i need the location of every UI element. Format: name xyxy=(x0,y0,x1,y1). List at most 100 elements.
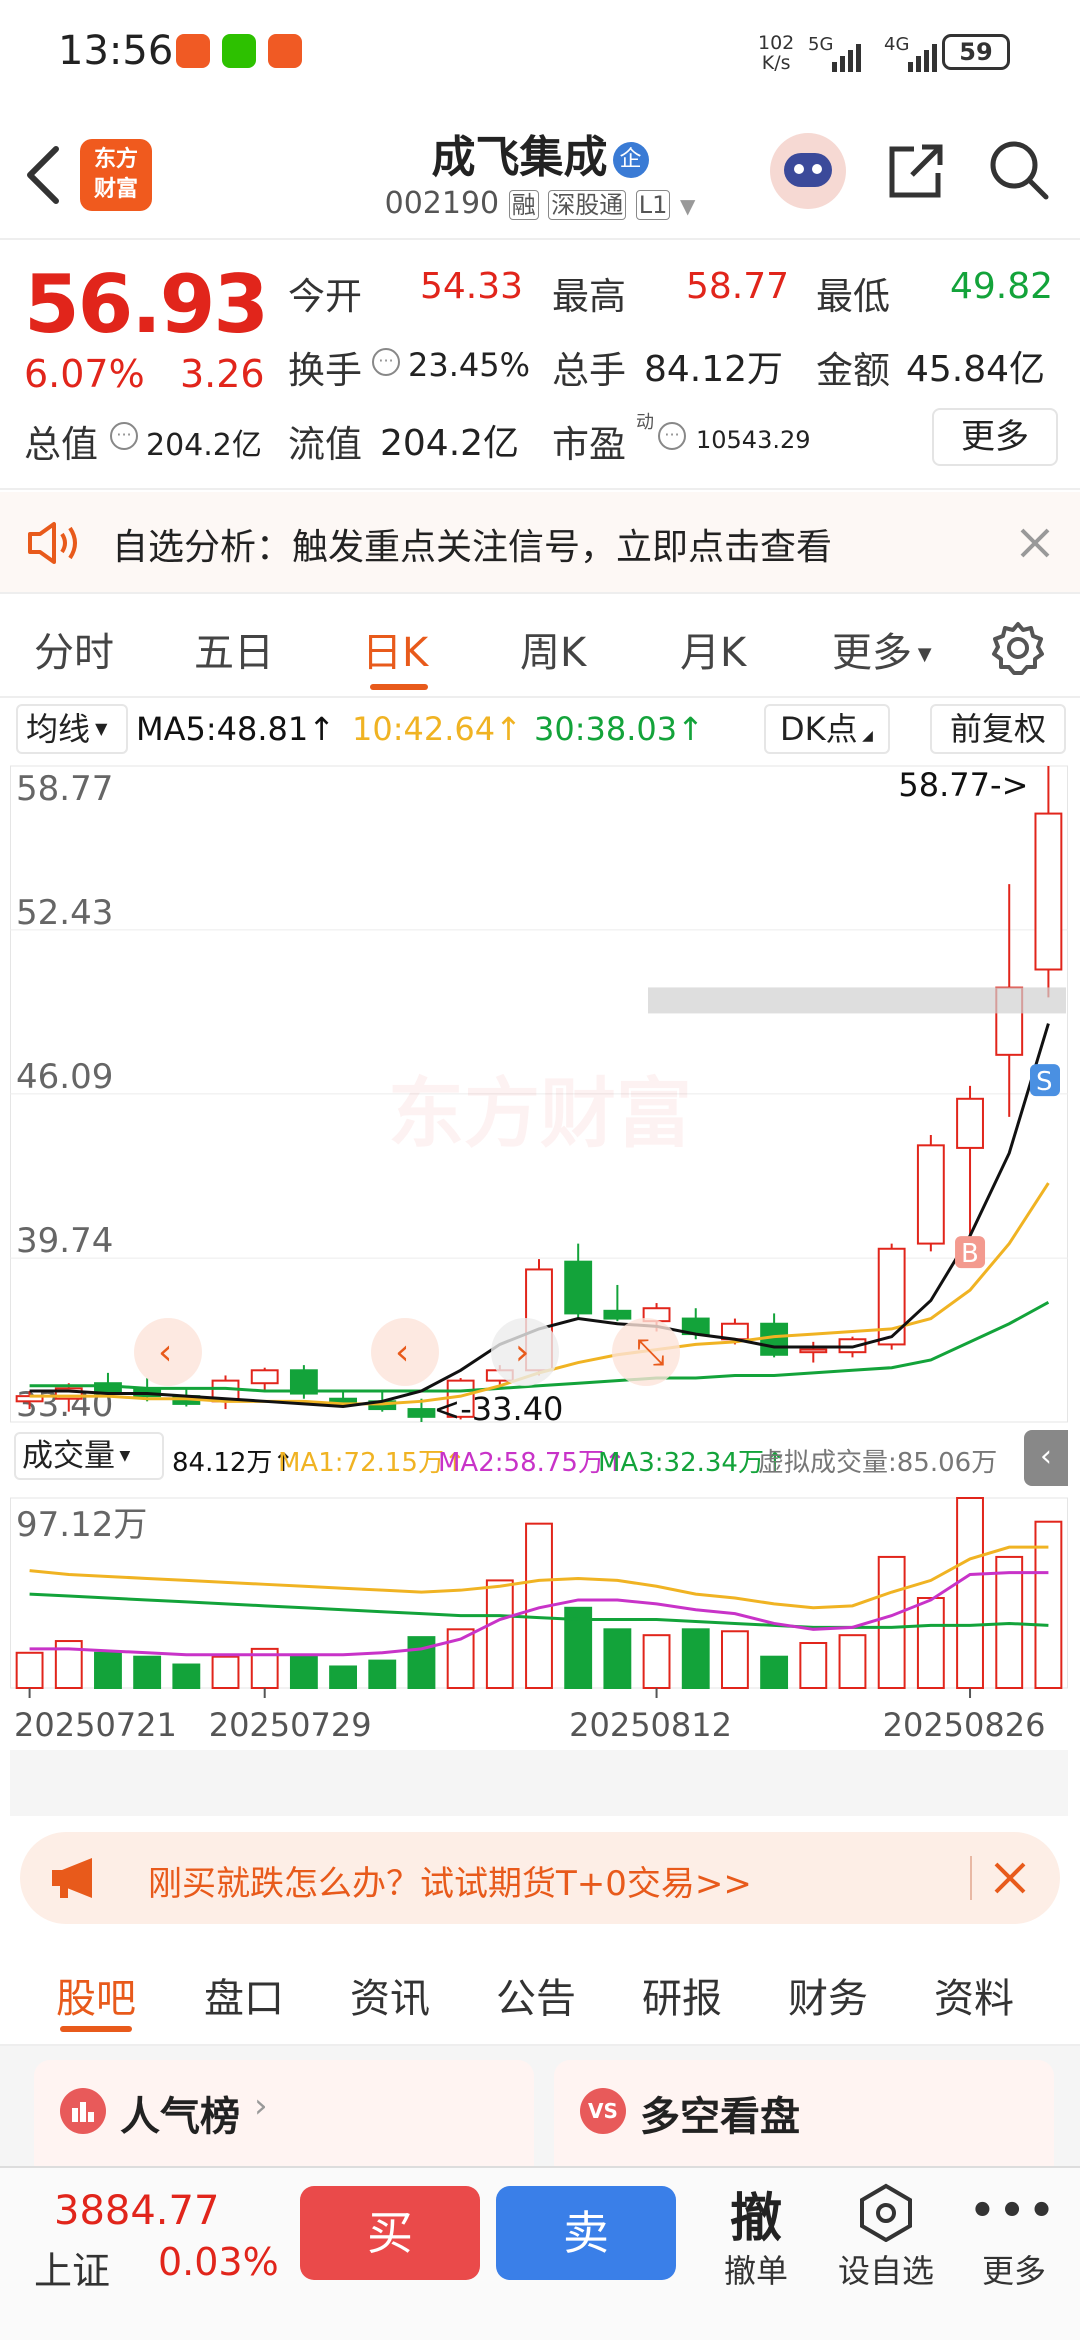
tab-daily-k[interactable]: 日K xyxy=(362,620,428,678)
volume-bar xyxy=(838,1634,867,1689)
ma-select[interactable]: 均线 ▼ xyxy=(16,704,128,754)
x-tick-label: 20250812 xyxy=(569,1706,732,1744)
search-icon[interactable] xyxy=(986,137,1052,203)
low-value: 49.82 xyxy=(950,266,1054,307)
alert-banner[interactable]: 自选分析：触发重点关注信号，立即点击查看 xyxy=(0,492,1080,594)
popularity-card[interactable]: 人气榜 › xyxy=(34,2060,534,2180)
tab-finance[interactable]: 财务 xyxy=(788,1966,868,2024)
volume-bar xyxy=(368,1659,397,1690)
tag-margin: 融 xyxy=(508,190,539,220)
volume-chart[interactable]: 97.12万 20250721 20250729 20250812 20250826 xyxy=(10,1488,1068,1816)
y-tick-label: 58.77 xyxy=(16,769,113,809)
float-value: 204.2亿 xyxy=(380,423,520,464)
ma5-value: MA5:48.81↑ xyxy=(136,710,336,748)
promo-banner[interactable]: 刚买就跌怎么办？试试期货T+0交易>> xyxy=(20,1832,1060,1924)
tab-forum[interactable]: 股吧 xyxy=(56,1966,136,2024)
volume-bar xyxy=(642,1634,671,1689)
candle-body xyxy=(956,1097,984,1149)
megaphone-icon xyxy=(52,1858,92,1898)
x-tick-label: 20250826 xyxy=(883,1706,1046,1744)
change-percent: 6.07% xyxy=(24,352,145,396)
sell-button[interactable]: 卖 xyxy=(496,2186,676,2280)
buy-button[interactable]: 买 xyxy=(300,2186,480,2280)
virtual-volume: 虚拟成交量:85.06万 xyxy=(758,1448,998,1478)
dk-select[interactable]: DK点 ◢ xyxy=(764,704,890,754)
candle-body xyxy=(916,1144,945,1245)
info-icon[interactable]: ··· xyxy=(372,348,400,376)
stock-code: 002190 xyxy=(384,186,500,221)
volume-bar xyxy=(877,1555,906,1689)
volume-bar xyxy=(956,1497,984,1689)
tab-research[interactable]: 研报 xyxy=(642,1966,722,2024)
candle-body xyxy=(1034,812,1063,971)
cancel-order-label[interactable]: 撤单 xyxy=(696,2246,816,2292)
quote-panel: 56.93 6.07% 3.26 今开 54.33 最高 58.77 最低 49… xyxy=(0,242,1080,490)
x-tick-label: 20250721 xyxy=(14,1706,177,1744)
index-name[interactable]: 上证 xyxy=(34,2240,110,2295)
vol-value: 84.12万↑ xyxy=(172,1448,295,1478)
close-icon[interactable] xyxy=(992,1860,1028,1896)
app-notification-icon xyxy=(176,34,210,68)
tab-profile[interactable]: 资料 xyxy=(934,1966,1014,2024)
bull-bear-card[interactable]: VS 多空看盘 xyxy=(554,2060,1054,2180)
volume-bar xyxy=(760,1655,789,1689)
volume-label: 总手 xyxy=(552,349,626,392)
settings-gear-icon[interactable] xyxy=(990,620,1046,676)
y-tick-label: 46.09 xyxy=(16,1057,113,1097)
tab-news[interactable]: 资讯 xyxy=(350,1966,430,2024)
candle-body xyxy=(564,1260,593,1315)
tab-intraday[interactable]: 分时 xyxy=(34,620,114,678)
low-marker: <-33.40 xyxy=(433,1390,563,1428)
tab-monthly-k[interactable]: 月K xyxy=(680,620,746,678)
index-change[interactable]: 0.03% xyxy=(158,2240,279,2284)
cancel-order-icon[interactable]: 撤 xyxy=(696,2176,816,2251)
tab-weekly-k[interactable]: 周K xyxy=(520,620,586,678)
stock-header: 东方 财富 成飞集成 企 002190 融 深股通 L1 ▼ xyxy=(0,105,1080,240)
volume-bar xyxy=(603,1628,632,1690)
adjust-select[interactable]: 前复权 xyxy=(930,704,1066,754)
battery-icon: 59 xyxy=(942,34,1010,70)
speaker-icon xyxy=(28,522,77,564)
more-dots-icon[interactable]: ••• xyxy=(954,2188,1074,2234)
tab-orderbook[interactable]: 盘口 xyxy=(204,1966,284,2024)
candle-body xyxy=(250,1369,279,1385)
buy-signal-text: B xyxy=(961,1239,979,1269)
tab-more[interactable]: 更多 ▼ xyxy=(832,620,932,678)
turnover-value: 23.45% xyxy=(408,346,531,384)
info-icon[interactable]: ··· xyxy=(658,422,686,450)
chart-footer xyxy=(10,1750,1068,1816)
close-icon[interactable] xyxy=(1018,526,1052,560)
price-band xyxy=(648,987,1066,1014)
active-tab-indicator xyxy=(370,684,428,690)
volume-value: 84.12万 xyxy=(644,349,784,390)
amount-value: 45.84亿 xyxy=(906,349,1046,390)
more-quote-button[interactable]: 更多 xyxy=(932,408,1058,466)
info-icon[interactable]: ··· xyxy=(110,422,138,450)
turnover-label: 换手 xyxy=(288,349,362,392)
add-watchlist-label[interactable]: 设自选 xyxy=(826,2246,946,2292)
share-icon[interactable] xyxy=(884,139,948,203)
assistant-robot-icon[interactable] xyxy=(770,133,846,209)
add-watchlist-icon[interactable] xyxy=(858,2182,914,2242)
open-value: 54.33 xyxy=(420,266,524,307)
volume-bar xyxy=(94,1651,122,1689)
high-value: 58.77 xyxy=(686,266,790,307)
volume-bar xyxy=(329,1665,358,1689)
collapse-panel-button[interactable]: ‹ xyxy=(1024,1430,1068,1486)
signal-bars-icon xyxy=(832,44,861,72)
app-notification-icon xyxy=(268,34,302,68)
chevron-down-icon[interactable]: ▼ xyxy=(680,194,695,218)
mktcap-label: 总值 xyxy=(24,423,98,466)
net-speed: 102 K/s xyxy=(758,32,795,74)
volume-select[interactable]: 成交量 ▼ xyxy=(14,1432,164,1480)
status-bar: 13:56 102 K/s 5G 4G 59 xyxy=(0,0,1080,105)
enterprise-badge: 企 xyxy=(612,142,649,178)
tab-announcements[interactable]: 公告 xyxy=(496,1966,576,2024)
tab-five-day[interactable]: 五日 xyxy=(194,620,274,678)
y-tick-label: 39.74 xyxy=(16,1221,113,1261)
index-value[interactable]: 3884.77 xyxy=(54,2188,219,2234)
volume-bar xyxy=(720,1630,749,1690)
stock-name: 成飞集成 xyxy=(431,132,608,183)
volume-bar xyxy=(15,1651,44,1689)
more-label[interactable]: 更多 xyxy=(954,2246,1074,2292)
